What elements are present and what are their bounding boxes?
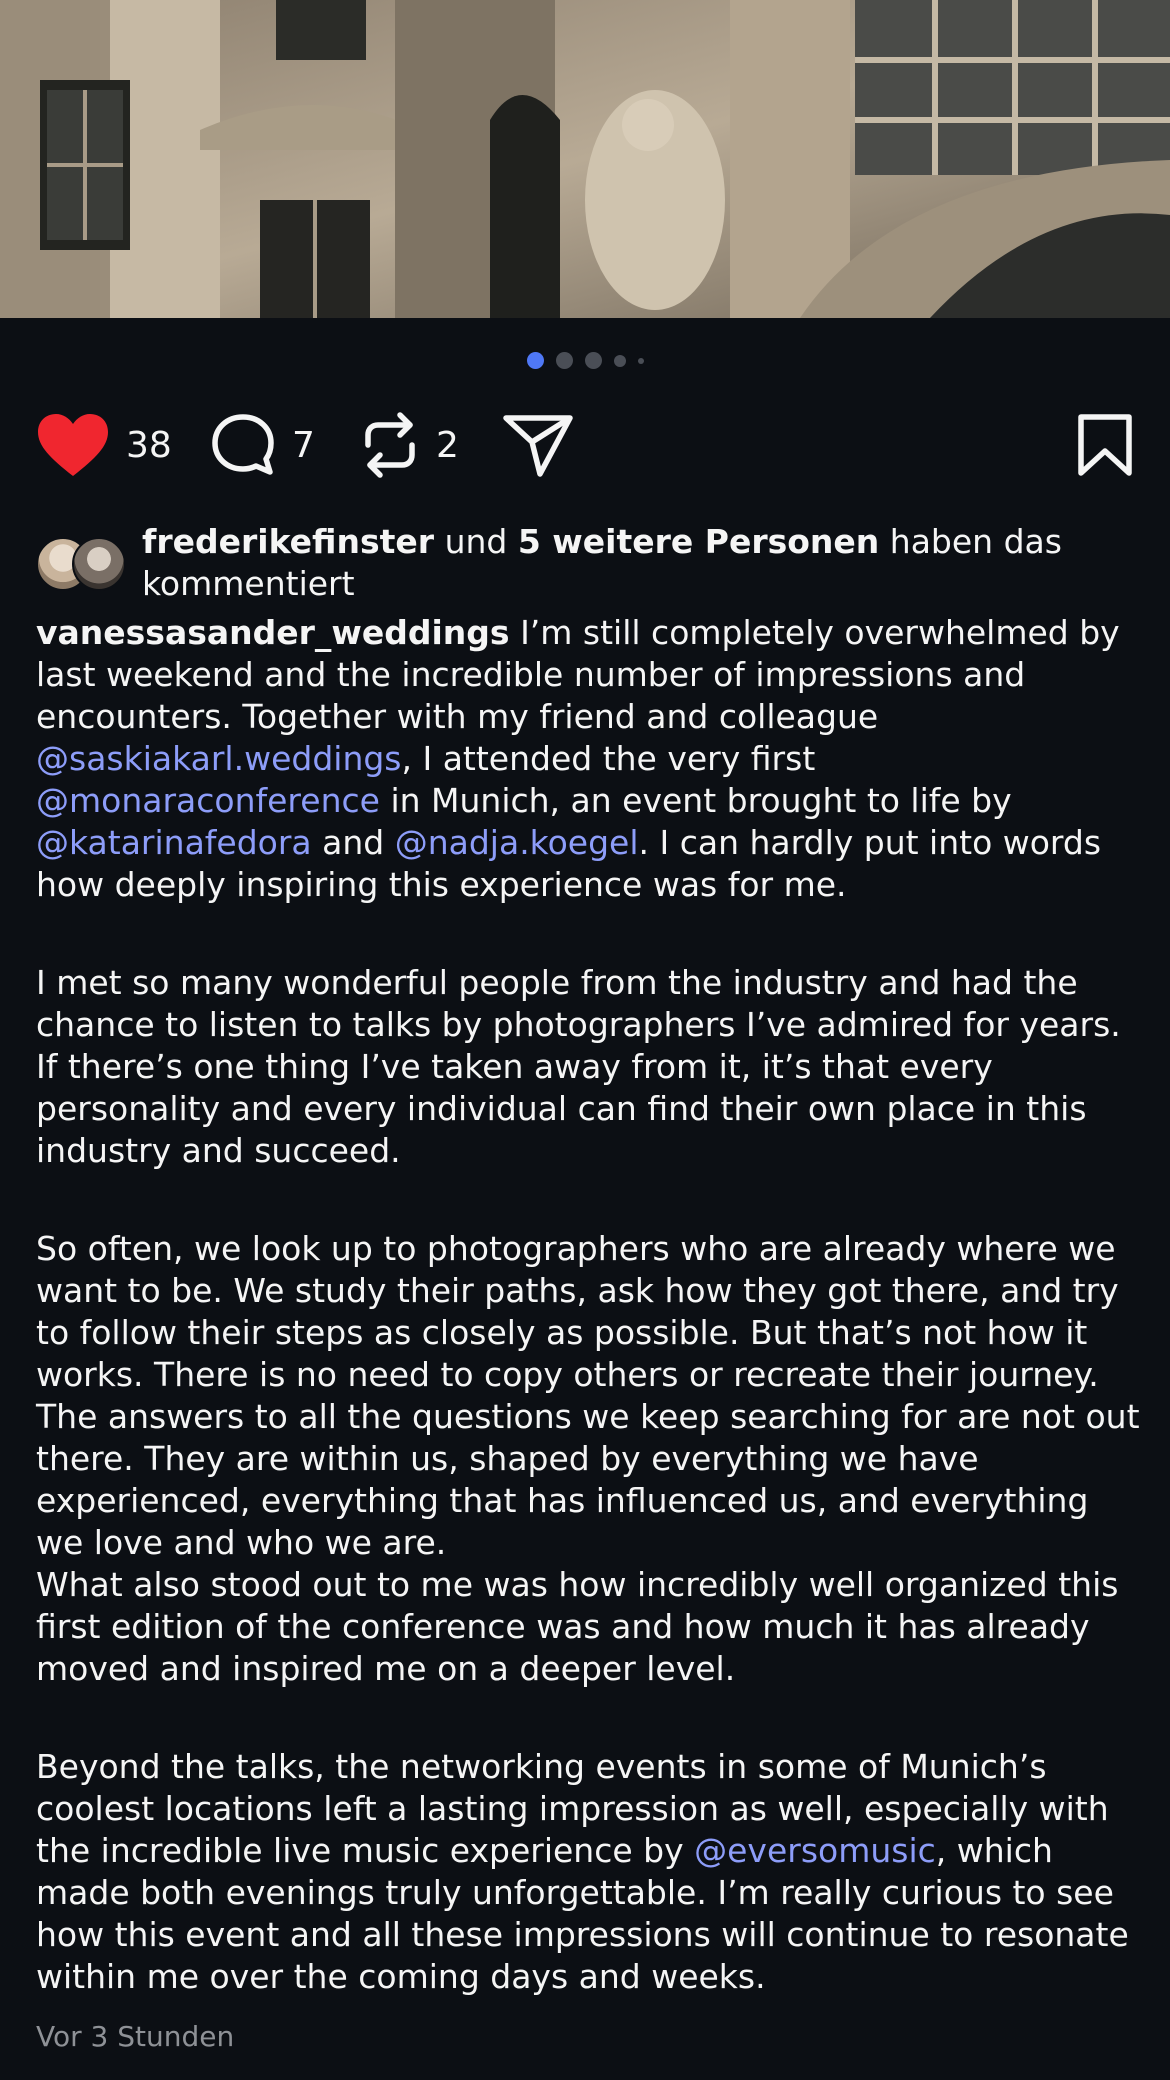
like-count: 38 [126,424,172,466]
commenters-connector: und [434,522,518,561]
caption-paragraph: So often, we look up to photographers wh… [36,1229,1140,1562]
carousel-dot [555,352,573,369]
mention-link[interactable]: @nadja.koegel [395,823,639,862]
mention-link[interactable]: @monaraconference [36,781,380,820]
carousel-dot-active [526,352,544,369]
carousel-dot [584,352,602,369]
caption-text: in Munich, an event brought to life by [379,781,1012,820]
share-button[interactable] [502,410,574,480]
mention-link[interactable]: @saskiakarl.weddings [36,739,402,778]
carousel-dot [613,354,626,367]
mention-link[interactable]: @eversomusic [694,1831,936,1870]
repost-button[interactable]: 2 [360,410,459,480]
caption-text: and [311,823,395,862]
comment-bubble-icon [210,412,276,478]
comment-button[interactable]: 7 [210,410,315,480]
carousel-dot [637,357,644,364]
post-image[interactable] [0,0,1170,318]
commenters-text: frederikefinster und 5 weitere Personen … [142,521,1136,605]
heart-icon [36,412,110,478]
caption-text: , I attended the very first [401,739,816,778]
repost-count: 2 [436,424,459,466]
bookmark-icon [1076,413,1134,477]
caption-paragraph: What also stood out to me was how incred… [36,1565,1119,1688]
repost-icon [360,411,420,479]
save-button[interactable] [1076,410,1134,480]
commenters-summary[interactable]: frederikefinster und 5 weitere Personen … [36,521,1136,605]
mention-link[interactable]: @katarinafedora [36,823,312,862]
author-username[interactable]: vanessasander_weddings [36,613,510,652]
like-button[interactable]: 38 [36,410,172,480]
post-caption: vanessasander_weddings I’m still complet… [36,612,1146,1998]
caption-paragraph: vanessasander_weddings I’m still complet… [36,612,1146,906]
caption-paragraph: Beyond the talks, the networking events … [36,1746,1146,1998]
post-timestamp: Vor 3 Stunden [36,2020,235,2053]
post-action-bar: 38 7 2 [36,410,1134,480]
comment-count: 7 [292,424,315,466]
caption-paragraph: I met so many wonderful people from the … [36,963,1121,1170]
commenter-username[interactable]: frederikefinster [142,522,434,561]
avatar [72,537,126,591]
paper-plane-icon [502,412,574,478]
other-commenters-link[interactable]: 5 weitere Personen [518,522,879,561]
commenter-avatars [36,537,136,593]
carousel-indicator [0,352,1170,369]
